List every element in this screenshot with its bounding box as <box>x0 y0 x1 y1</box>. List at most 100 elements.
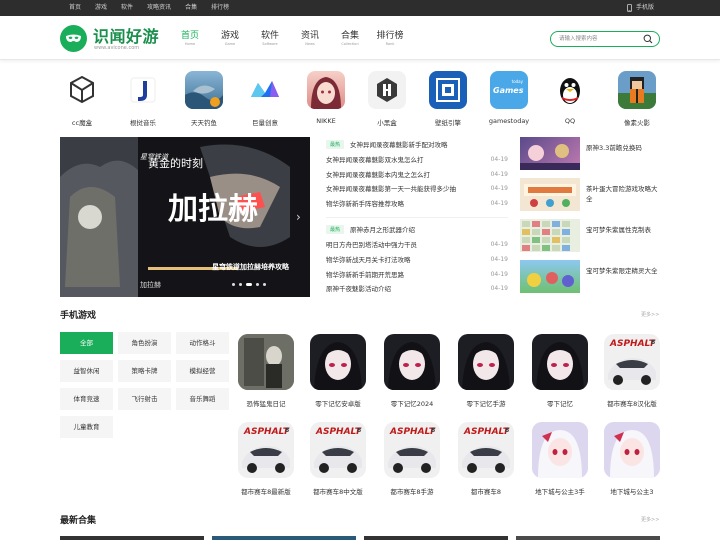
nav-rank[interactable]: 排行榜 Rank <box>370 28 410 46</box>
game-item[interactable]: 零下记忆2024 <box>383 334 441 408</box>
nav-software[interactable]: 软件 Software <box>250 28 290 46</box>
guide-card[interactable]: 茶叶蛋大冒险游戏攻略大全 <box>520 178 660 211</box>
game-item[interactable]: 地下城与公主3 <box>603 422 661 496</box>
game-item[interactable]: 地下城与公主3手 <box>531 422 589 496</box>
game-item[interactable]: ASPHALT 8 都市赛车8 <box>457 422 515 496</box>
news-date: 04-19 <box>490 241 508 249</box>
banner-carousel[interactable]: 黄金的时刻 加拉赫 加拉赫 星穹铁道 › 星穹铁道加拉赫培养攻略 <box>60 137 310 297</box>
top-link-games[interactable]: 游戏 <box>90 0 112 16</box>
guide-card[interactable]: 原神3.3前瞻兑换码 <box>520 137 660 170</box>
game-item[interactable]: ASPHALT 8 都市赛车8最新版 <box>237 422 295 496</box>
game-item[interactable]: ASPHALT 8 都市赛车8手游 <box>383 422 441 496</box>
category-tab-shooter[interactable]: 飞行射击 <box>118 388 171 410</box>
collection-thumbnail[interactable] <box>516 536 660 540</box>
guide-thumbnail <box>520 219 580 252</box>
mobile-version-label: 手机版 <box>635 4 654 11</box>
guide-card[interactable]: 宝可梦朱紫限定精灵大全 <box>520 260 660 293</box>
game-item[interactable]: ASPHALT 8 都市赛车8中文版 <box>309 422 367 496</box>
search-icon[interactable] <box>643 34 653 44</box>
app-item[interactable]: 巨量创意 <box>239 70 291 127</box>
banner-dot[interactable] <box>263 283 266 286</box>
top-link-collections[interactable]: 合集 <box>180 0 202 16</box>
asphalt-game-icon: ASPHALT 8 <box>384 422 440 478</box>
mobile-games-more-link[interactable]: 更多>> <box>641 311 659 318</box>
collection-thumbnail[interactable] <box>212 536 356 540</box>
news-row[interactable]: 物华弥新新手前期开荒思路 04-19 <box>326 268 508 283</box>
game-item[interactable]: ASPHALT 8 都市赛车8汉化版 <box>603 334 661 408</box>
logo-text[interactable]: 识闻好游 <box>93 23 159 47</box>
app-item[interactable]: 像素火影 <box>611 70 663 127</box>
app-item[interactable]: 小黑盒 <box>361 70 413 127</box>
banner-art-title: 加拉赫 <box>168 192 258 227</box>
game-item[interactable]: 零下记忆安卓版 <box>309 334 367 408</box>
nav-home-sub: Home <box>184 42 196 46</box>
news-row[interactable]: 物华弥新战天月关卡打法攻略 04-19 <box>326 253 508 268</box>
banner-dot[interactable] <box>256 283 259 286</box>
app-name: gamestoday <box>488 117 530 125</box>
app-name: QQ <box>564 117 576 125</box>
app-name: 天天钓鱼 <box>191 119 217 127</box>
nav-news[interactable]: 资讯 News <box>290 28 330 46</box>
app-item[interactable]: 根挝音乐 <box>117 70 169 127</box>
news-headline[interactable]: 最热 原神赤月之形武器介绍 <box>326 223 508 235</box>
app-item[interactable]: NIKKE <box>300 70 352 125</box>
nav-software-sub: Software <box>262 42 278 46</box>
app-item[interactable]: today Games gamestoday <box>483 70 535 125</box>
collection-thumbnail[interactable] <box>60 536 204 540</box>
nav-collections[interactable]: 合集 Collection <box>330 28 370 46</box>
nav-home[interactable]: 首页 Home <box>170 28 210 46</box>
category-tab-kids[interactable]: 儿童教育 <box>60 416 113 438</box>
top-link-home[interactable]: 首页 <box>64 0 86 16</box>
game-item[interactable]: 恐怖猛鬼日记 <box>237 334 295 408</box>
nav-games[interactable]: 游戏 Game <box>210 28 250 46</box>
banner-dot[interactable] <box>232 283 235 286</box>
top-link-software[interactable]: 软件 <box>116 0 138 16</box>
asphalt-game-icon: ASPHALT 8 <box>310 422 366 478</box>
category-tab-music[interactable]: 音乐舞蹈 <box>176 388 229 410</box>
news-title: 明日方舟巴别塔活动中强力干员 <box>326 241 417 250</box>
game-item[interactable]: 零下记忆手游 <box>457 334 515 408</box>
app-item[interactable]: QQ <box>544 70 596 125</box>
category-tab-sports[interactable]: 体育竞速 <box>60 388 113 410</box>
wallpaper-engine-app-icon <box>429 71 467 109</box>
collections-more-link[interactable]: 更多>> <box>641 516 659 523</box>
news-title: 物华弥新新手阵容推荐攻略 <box>326 199 404 208</box>
news-row[interactable]: 物华弥新新手阵容推荐攻略 04-19 <box>326 197 508 212</box>
mobile-version-link[interactable]: 手机版 <box>627 0 654 16</box>
collection-thumbnail[interactable] <box>364 536 508 540</box>
category-tab-all[interactable]: 全部 <box>60 332 113 354</box>
game-name: 零下记忆手游 <box>466 400 506 408</box>
app-item[interactable]: cc魔盒 <box>56 70 108 127</box>
category-tab-action[interactable]: 动作格斗 <box>176 332 229 354</box>
news-row[interactable]: 女神异闻录夜幕魅影第一天一共能获得多少抽 04-19 <box>326 182 508 197</box>
game-item[interactable]: 零下记忆 <box>531 334 589 408</box>
news-headline[interactable]: 最热 女神异闻录夜幕魅影新手配对攻略 <box>326 138 508 150</box>
app-item[interactable]: 天天钓鱼 <box>178 70 230 127</box>
banner-dot-active[interactable] <box>246 283 252 286</box>
category-tab-puzzle[interactable]: 益智休闲 <box>60 360 113 382</box>
banner-next-arrow-icon[interactable]: › <box>296 210 301 224</box>
banner-caption[interactable]: 星穹铁道加拉赫培养攻略 <box>212 262 289 272</box>
news-row[interactable]: 女神异闻录夜幕魅影本内鬼之怎么打 04-19 <box>326 168 508 183</box>
news-row[interactable]: 明日方舟巴别塔活动中强力干员 04-19 <box>326 238 508 253</box>
collection-thumbnails <box>60 536 660 540</box>
logo-mask-icon[interactable] <box>60 25 87 52</box>
search-input[interactable] <box>559 34 639 44</box>
guide-thumbnail <box>520 137 580 170</box>
featured-apps: cc魔盒 根挝音乐 天天钓鱼 巨量创意 NIKKE 小黑盒 壁纸引擎 today… <box>60 70 660 128</box>
news-title: 女神异闻录夜幕魅影双水鬼怎么打 <box>326 156 424 164</box>
app-item[interactable]: 壁纸引擎 <box>422 70 474 127</box>
news-title: 物华弥新新手前期开荒思路 <box>326 270 404 279</box>
banner-dot[interactable] <box>239 283 242 286</box>
category-tab-simulation[interactable]: 模拟经营 <box>176 360 229 382</box>
guide-card[interactable]: 宝可梦朱紫属性克制表 <box>520 219 660 252</box>
top-link-guides[interactable]: 攻略资讯 <box>142 0 176 16</box>
nikke-app-icon <box>307 71 345 109</box>
category-tab-rpg[interactable]: 角色扮演 <box>118 332 171 354</box>
category-tab-strategy[interactable]: 策略卡牌 <box>118 360 171 382</box>
top-link-rank[interactable]: 排行榜 <box>206 0 234 16</box>
news-row[interactable]: 原神千夜魅影活动介绍 04-19 <box>326 282 508 297</box>
news-row[interactable]: 女神异闻录夜幕魅影双水鬼怎么打 04-19 <box>326 153 508 168</box>
dungeon-princess-game-icon <box>532 422 588 478</box>
nav-rank-label: 排行榜 <box>376 31 404 41</box>
